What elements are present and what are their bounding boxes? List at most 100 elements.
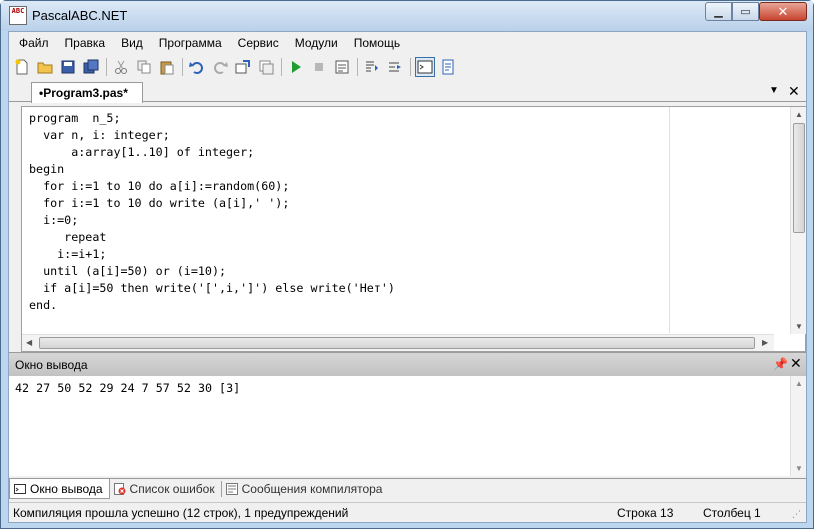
menu-service[interactable]: Сервис <box>230 32 287 54</box>
close-panel-icon[interactable]: ✕ <box>790 355 802 372</box>
code-line: if a[i]=50 then write('[',i,']') else wr… <box>29 281 395 295</box>
title-bar[interactable]: ABC PascalABC.NET ▁ ▭ ✕ <box>1 1 813 31</box>
maximize-button[interactable]: ▭ <box>732 2 759 21</box>
menu-file[interactable]: Файл <box>11 32 57 54</box>
minimize-button[interactable]: ▁ <box>705 2 732 21</box>
menu-view[interactable]: Вид <box>113 32 151 54</box>
editor-vertical-scrollbar[interactable]: ▲ ▼ <box>790 107 806 334</box>
scroll-up-icon[interactable]: ▲ <box>795 379 803 388</box>
maximize-icon: ▭ <box>740 6 751 18</box>
app-window: ABC PascalABC.NET ▁ ▭ ✕ Файл Правка Вид … <box>0 0 814 529</box>
toolbar-separator <box>182 58 183 76</box>
menu-help[interactable]: Помощь <box>346 32 408 54</box>
output-vertical-scrollbar[interactable]: ▲ ▼ <box>790 376 806 476</box>
output-window-toggle[interactable] <box>415 57 435 77</box>
output-window-icon <box>14 483 26 495</box>
toolbar-separator <box>410 58 411 76</box>
undo-button[interactable] <box>187 57 207 77</box>
replace-icon <box>259 60 274 75</box>
new-file-button[interactable] <box>12 57 32 77</box>
scroll-thumb[interactable] <box>39 337 755 349</box>
code-line: until (a[i]=50) or (i=10); <box>29 264 227 278</box>
tab-error-list[interactable]: Список ошибок <box>110 479 221 499</box>
code-line: i:=i+1; <box>29 247 107 261</box>
tab-compiler-messages[interactable]: Сообщения компилятора <box>222 479 389 499</box>
scroll-down-icon[interactable]: ▼ <box>795 464 803 473</box>
editor-horizontal-scrollbar[interactable]: ◀ ▶ <box>22 334 774 351</box>
code-line: repeat <box>29 230 107 244</box>
open-folder-icon <box>37 62 53 74</box>
status-message: Компиляция прошла успешно (12 строк), 1 … <box>13 506 349 520</box>
save-button[interactable] <box>58 57 78 77</box>
output-panel-header: Окно вывода 📌 ✕ <box>9 352 806 376</box>
status-column-number: Столбец 1 <box>703 506 761 520</box>
scroll-left-icon[interactable]: ◀ <box>26 338 32 347</box>
tab-label: Список ошибок <box>129 482 215 496</box>
undo-icon <box>189 62 203 74</box>
close-icon: ✕ <box>777 3 789 19</box>
cut-icon <box>115 60 127 74</box>
editor-tabstrip: •Program3.pas* ▼ ✕ <box>9 82 806 103</box>
code-text[interactable]: program n_5; var n, i: integer; a:array[… <box>29 110 395 314</box>
step-over-icon <box>389 62 401 72</box>
compile-icon <box>335 60 349 74</box>
toolbar-separator <box>357 58 358 76</box>
code-line: for i:=1 to 10 do write (a[i],' '); <box>29 196 290 210</box>
replace-button[interactable] <box>256 57 276 77</box>
stop-icon <box>315 63 323 71</box>
chevron-down-icon[interactable]: ▼ <box>769 85 779 96</box>
menu-program[interactable]: Программа <box>151 32 230 54</box>
menu-bar: Файл Правка Вид Программа Сервис Модули … <box>9 32 806 54</box>
run-button[interactable] <box>286 57 306 77</box>
scroll-thumb[interactable] <box>793 123 805 233</box>
redo-icon <box>214 62 228 74</box>
toolbar-separator <box>106 58 107 76</box>
tab-program3[interactable]: •Program3.pas* <box>31 82 143 103</box>
compiler-messages-icon <box>225 483 238 495</box>
menu-modules[interactable]: Модули <box>287 32 346 54</box>
new-file-icon <box>15 59 28 75</box>
step-into-button[interactable] <box>362 57 382 77</box>
find-icon <box>235 60 250 74</box>
code-line: begin <box>29 162 65 176</box>
output-window[interactable]: 42 27 50 52 29 24 7 57 52 30 [3] ▲ ▼ <box>9 376 806 476</box>
step-over-button[interactable] <box>385 57 405 77</box>
code-line: for i:=1 to 10 do a[i]:=random(60); <box>29 179 290 193</box>
paste-icon <box>160 61 174 75</box>
error-list-icon <box>113 483 126 495</box>
open-button[interactable] <box>35 57 55 77</box>
scroll-down-icon[interactable]: ▼ <box>795 322 803 331</box>
find-button[interactable] <box>233 57 253 77</box>
scroll-right-icon[interactable]: ▶ <box>762 338 768 347</box>
code-editor[interactable]: program n_5; var n, i: integer; a:array[… <box>21 106 806 352</box>
cut-button[interactable] <box>111 57 131 77</box>
client-area: Файл Правка Вид Программа Сервис Модули … <box>8 31 807 523</box>
save-all-icon <box>83 59 99 74</box>
pin-icon[interactable]: 📌 <box>773 357 788 371</box>
status-line-number: Строка 13 <box>617 506 674 520</box>
code-line: var n, i: integer; <box>29 128 170 142</box>
copy-button[interactable] <box>134 57 154 77</box>
code-line: end. <box>29 298 58 312</box>
close-tab-icon[interactable]: ✕ <box>788 83 800 100</box>
output-text: 42 27 50 52 29 24 7 57 52 30 [3] <box>15 381 241 395</box>
step-into-icon <box>366 61 378 72</box>
window-title: PascalABC.NET <box>32 8 128 23</box>
format-button[interactable] <box>438 57 458 77</box>
menu-edit[interactable]: Правка <box>57 32 114 54</box>
resize-grip-icon[interactable]: ⋰ <box>792 509 801 520</box>
save-all-button[interactable] <box>81 57 101 77</box>
tab-output-window[interactable]: Окно вывода <box>9 479 110 499</box>
format-icon <box>442 59 454 75</box>
redo-button[interactable] <box>210 57 230 77</box>
minimize-icon: ▁ <box>714 6 723 18</box>
output-window-icon <box>417 60 433 74</box>
compile-button[interactable] <box>332 57 352 77</box>
run-icon <box>292 61 301 73</box>
output-panel-title: Окно вывода <box>15 358 88 372</box>
close-window-button[interactable]: ✕ <box>759 2 807 21</box>
scroll-up-icon[interactable]: ▲ <box>795 110 803 119</box>
stop-button[interactable] <box>309 57 329 77</box>
paste-button[interactable] <box>157 57 177 77</box>
bottom-panel-tabs: Окно вывода Список ошибок Сообщения комп… <box>9 478 806 500</box>
